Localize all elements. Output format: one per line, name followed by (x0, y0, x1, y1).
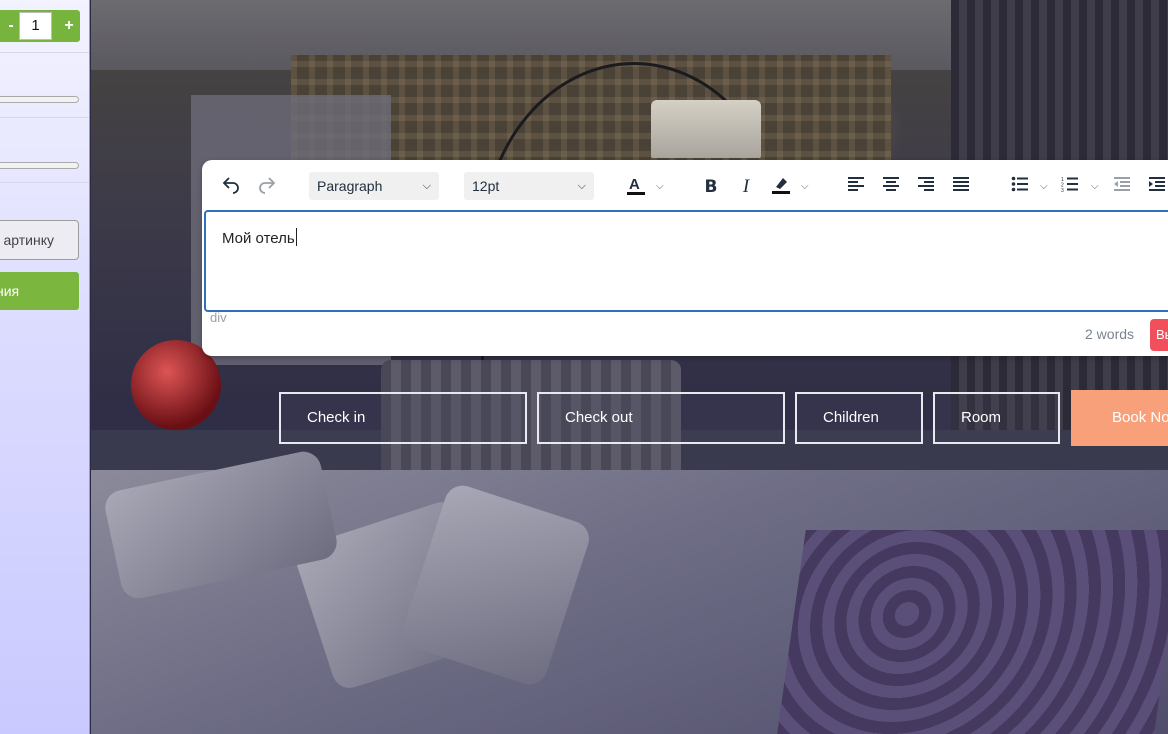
editor-action-button[interactable]: Вы (1150, 319, 1168, 351)
bed-runner (776, 530, 1168, 734)
editor-text: Мой отель (222, 230, 295, 247)
hotel-hero-image (91, 0, 1168, 734)
numbered-list-icon[interactable]: 123 (1056, 174, 1084, 200)
chevron-down-icon[interactable]: ⌵ (1091, 174, 1099, 200)
align-center-icon[interactable] (877, 174, 905, 200)
book-now-button[interactable]: Book No (1071, 390, 1168, 446)
align-right-icon[interactable] (912, 174, 940, 200)
chevron-down-icon: ⌵ (422, 180, 431, 192)
check-out-field[interactable]: Check out (537, 392, 785, 444)
divider (0, 117, 89, 118)
redo-icon[interactable] (253, 174, 281, 200)
align-left-icon[interactable] (842, 174, 870, 200)
text-color-icon[interactable]: A (622, 174, 650, 200)
check-in-field[interactable]: Check in (279, 392, 527, 444)
font-size-value: 12pt (472, 178, 500, 194)
chevron-down-icon[interactable]: ⌵ (801, 174, 809, 200)
room-field[interactable]: Room (933, 392, 1060, 444)
divider (0, 182, 89, 183)
outdent-icon[interactable] (1108, 174, 1136, 200)
highlight-icon[interactable] (767, 174, 795, 200)
bullet-list-icon[interactable] (1006, 174, 1034, 200)
quantity-stepper[interactable]: - 1 + (0, 10, 80, 42)
apply-button[interactable]: ния (0, 272, 79, 310)
undo-icon[interactable] (217, 174, 245, 200)
quantity-value[interactable]: 1 (19, 12, 52, 40)
range-slider[interactable] (0, 96, 79, 103)
divider (0, 52, 89, 53)
block-format-value: Paragraph (317, 178, 383, 194)
bold-icon[interactable]: B (697, 174, 725, 200)
rich-text-editor: Paragraph ⌵ 12pt ⌵ A ⌵ B I ⌵ ⌵ 123 ⌵ Мой… (202, 160, 1168, 356)
word-count[interactable]: 2 words (1085, 326, 1134, 342)
lamp-shade (651, 100, 761, 158)
choose-image-button[interactable]: артинку (0, 220, 79, 260)
svg-text:3: 3 (1061, 188, 1064, 192)
italic-icon[interactable]: I (732, 174, 760, 200)
settings-sidebar: - 1 + артинку ния (0, 0, 90, 734)
indent-icon[interactable] (1143, 174, 1168, 200)
chevron-down-icon[interactable]: ⌵ (1040, 174, 1048, 200)
align-justify-icon[interactable] (947, 174, 975, 200)
text-caret (295, 228, 297, 246)
chevron-down-icon[interactable]: ⌵ (656, 174, 664, 200)
block-format-select[interactable]: Paragraph ⌵ (309, 172, 439, 200)
font-size-select[interactable]: 12pt ⌵ (464, 172, 594, 200)
children-field[interactable]: Children (795, 392, 923, 444)
element-path[interactable]: div (210, 310, 227, 325)
range-slider[interactable] (0, 162, 79, 169)
editor-content-area[interactable]: Мой отель (204, 210, 1168, 312)
increment-button[interactable]: + (58, 10, 80, 42)
svg-text:A: A (629, 176, 640, 193)
chevron-down-icon: ⌵ (577, 180, 586, 192)
